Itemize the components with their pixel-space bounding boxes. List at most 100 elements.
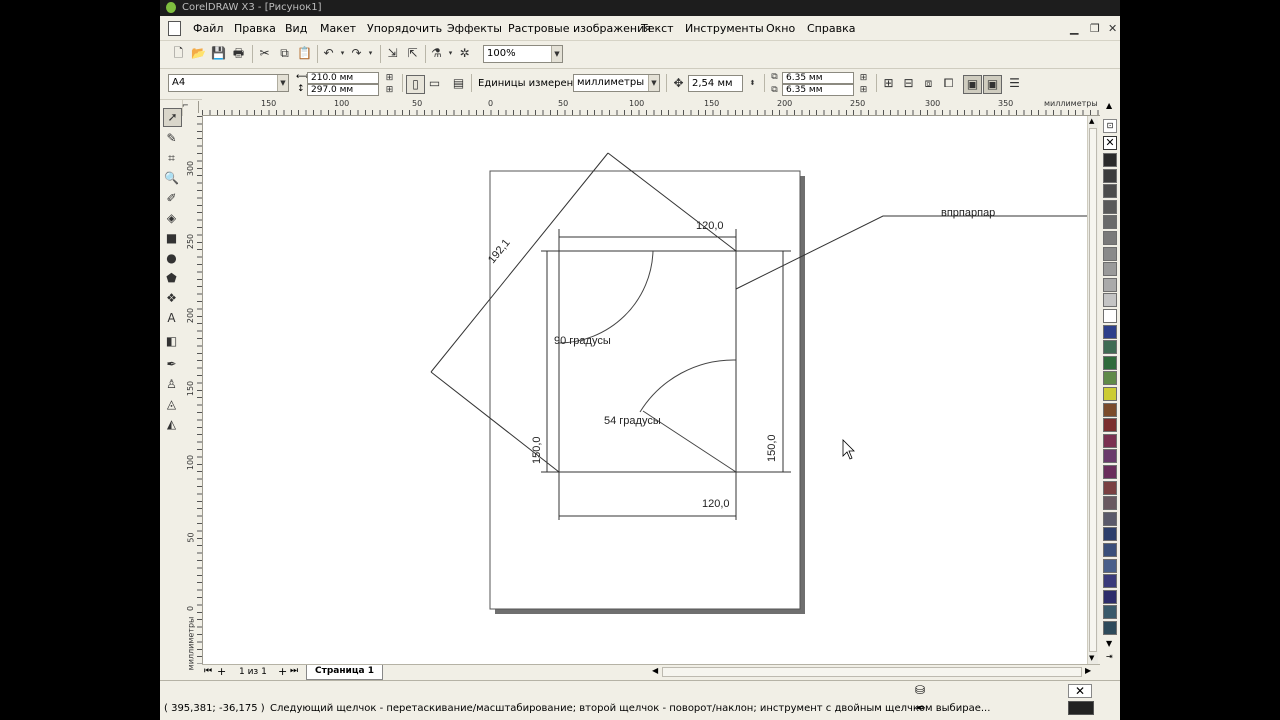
menu-window[interactable]: Окно — [766, 22, 795, 35]
draw-bounding-icon[interactable]: ▣ — [983, 75, 1002, 94]
interactive-fill-icon[interactable]: ◭ — [163, 416, 180, 433]
color-swatch[interactable] — [1103, 231, 1117, 245]
spin-y-icon[interactable]: ⊞ — [855, 84, 872, 96]
last-page-icon[interactable]: ⏭ — [290, 666, 298, 676]
h-scroll-left-icon[interactable]: ◀ — [652, 666, 658, 675]
ruler-corner-icon[interactable]: ⌐ — [182, 101, 199, 113]
color-swatch[interactable] — [1103, 621, 1117, 635]
color-swatch[interactable] — [1103, 480, 1117, 495]
color-swatch[interactable] — [1103, 605, 1117, 620]
page-height-field[interactable]: 297.0 мм — [307, 84, 379, 96]
scroll-up-icon[interactable]: ▲ — [1089, 117, 1094, 125]
color-swatch[interactable] — [1103, 340, 1117, 355]
pick-tool-icon[interactable]: ➚ — [163, 108, 182, 127]
rectangle-tool-icon[interactable]: ■ — [163, 230, 180, 247]
ellipse-tool-icon[interactable]: ● — [163, 250, 180, 267]
minimize-doc-button[interactable]: ▁ — [1070, 22, 1078, 35]
menu-edit[interactable]: Правка — [234, 22, 276, 35]
duplicate-x-field[interactable]: 6.35 мм — [782, 72, 854, 84]
shape-tool-icon[interactable]: ✎ — [163, 130, 180, 147]
color-swatch[interactable] — [1103, 418, 1117, 433]
color-swatch[interactable] — [1103, 402, 1117, 417]
snap-to-guidelines-icon[interactable]: ⊟ — [900, 75, 917, 92]
color-swatch[interactable] — [1103, 433, 1117, 448]
zoom-tool-icon[interactable]: 🔍 — [163, 170, 180, 187]
lock-icon[interactable]: ⊞ — [381, 72, 398, 84]
palette-scroll-down-icon[interactable]: ▼ — [1106, 639, 1112, 648]
scroll-down-icon[interactable]: ▼ — [1089, 654, 1094, 662]
color-swatch[interactable] — [1103, 324, 1117, 339]
color-swatch[interactable] — [1103, 449, 1117, 464]
menu-file[interactable]: Файл — [193, 22, 223, 35]
h-scroll-thumb[interactable] — [662, 667, 1082, 677]
menu-help[interactable]: Справка — [807, 22, 855, 35]
menu-view[interactable]: Вид — [285, 22, 307, 35]
color-swatch[interactable] — [1103, 543, 1117, 557]
color-swatch[interactable] — [1103, 589, 1117, 604]
color-swatch[interactable] — [1103, 574, 1117, 589]
cut-icon[interactable]: ✂ — [256, 45, 273, 62]
print-icon[interactable]: 🖶 — [230, 45, 247, 62]
apply-all-pages-icon[interactable]: ▤ — [450, 75, 467, 92]
color-swatch[interactable] — [1103, 246, 1117, 261]
units-select[interactable]: миллиметры ▼ — [573, 74, 660, 92]
copy-icon[interactable]: ⧉ — [276, 45, 293, 62]
drawing-canvas[interactable]: 120,0 120,0 150,0 150,0 192,1 90 градусы… — [203, 116, 1087, 664]
menu-layout[interactable]: Макет — [320, 22, 356, 35]
spin-x-icon[interactable]: ⊞ — [855, 72, 872, 84]
vertical-scrollbar[interactable]: ▲ ▼ — [1087, 116, 1098, 664]
page-tab[interactable]: Страница 1 — [306, 665, 384, 680]
color-swatch[interactable] — [1103, 355, 1117, 370]
duplicate-y-field[interactable]: 6.35 мм — [782, 84, 854, 96]
add-page-before-icon[interactable]: + — [217, 665, 226, 678]
angle-54-label[interactable]: 54 градусы — [604, 415, 661, 427]
lock2-icon[interactable]: ⊞ — [381, 84, 398, 96]
zoom-dropdown-icon[interactable]: ▼ — [551, 46, 562, 62]
dynamic-guides-icon[interactable]: ⧠ — [940, 75, 957, 92]
color-swatch[interactable] — [1103, 168, 1117, 183]
nudge-distance-field[interactable]: 2,54 мм — [688, 75, 743, 92]
eyedropper-icon[interactable]: ✒ — [163, 356, 180, 373]
landscape-icon[interactable]: ▭ — [426, 75, 443, 92]
color-swatch[interactable] — [1103, 215, 1117, 230]
menu-tools[interactable]: Инструменты — [685, 22, 764, 35]
smart-fill-icon[interactable]: ◈ — [163, 210, 180, 227]
paper-size-dropdown-icon[interactable]: ▼ — [277, 75, 288, 91]
vertical-ruler[interactable]: 300 250 200 150 100 50 0 миллиметры — [182, 116, 203, 670]
import-icon[interactable]: ⇲ — [384, 45, 401, 62]
polygon-tool-icon[interactable]: ⬟ — [163, 270, 180, 287]
page-width-field[interactable]: 210.0 мм — [307, 72, 379, 84]
outline-color-indicator[interactable] — [1068, 701, 1094, 715]
color-swatch[interactable] — [1103, 199, 1117, 214]
redo-dropdown-icon[interactable]: ▾ — [362, 45, 379, 62]
paper-size-select[interactable]: A4 ▼ — [168, 74, 289, 92]
color-swatch[interactable] — [1103, 496, 1117, 511]
menu-bitmaps[interactable]: Растровые изображения — [508, 22, 651, 35]
nudge-spin-icon[interactable]: ⬍ — [744, 75, 761, 92]
export-icon[interactable]: ⇱ — [404, 45, 421, 62]
color-swatch[interactable] — [1103, 309, 1117, 323]
outline-tool-icon[interactable]: ♙ — [163, 376, 180, 393]
treat-as-filled-icon[interactable]: ▣ — [963, 75, 982, 94]
dim-top-label[interactable]: 120,0 — [696, 220, 724, 232]
first-page-icon[interactable]: ⏮ — [204, 666, 212, 676]
color-swatch[interactable] — [1103, 527, 1117, 542]
no-fill-indicator[interactable]: ✕ — [1068, 684, 1092, 698]
color-swatch[interactable] — [1103, 558, 1117, 573]
horizontal-ruler[interactable]: ⌐ 150 100 50 0 50 100 150 200 250 300 35… — [182, 99, 1100, 116]
drawing-svg[interactable]: 120,0 120,0 150,0 150,0 192,1 90 градусы… — [203, 116, 1087, 664]
save-icon[interactable]: 💾 — [210, 45, 227, 62]
color-swatch[interactable] — [1103, 277, 1117, 292]
crop-tool-icon[interactable]: ⌗ — [163, 150, 180, 167]
color-swatch[interactable] — [1103, 387, 1117, 401]
menu-text[interactable]: Текст — [641, 22, 674, 35]
palette-scroll-up-icon[interactable]: ▲ — [1106, 101, 1112, 110]
restore-doc-button[interactable]: ❐ — [1090, 22, 1100, 35]
interactive-blend-icon[interactable]: ◧ — [163, 333, 180, 350]
color-swatch[interactable] — [1103, 184, 1117, 199]
h-scroll-right-icon[interactable]: ▶ — [1085, 666, 1091, 675]
dim-left-label[interactable]: 150,0 — [531, 436, 543, 464]
fill-tool-icon[interactable]: ◬ — [163, 396, 180, 413]
color-swatch[interactable] — [1103, 262, 1117, 277]
add-page-after-icon[interactable]: + — [278, 665, 287, 678]
